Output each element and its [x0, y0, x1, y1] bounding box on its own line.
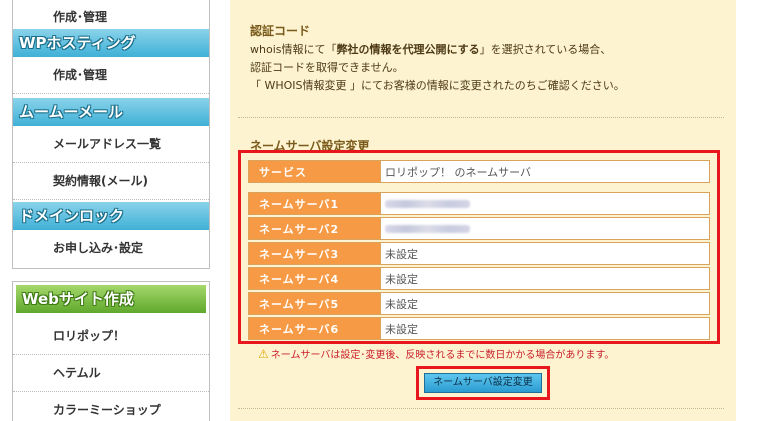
warning-text: ⚠ ネームサーバは設定･変更後、反映されるまでに数日かかる場合があります。: [258, 347, 615, 361]
sidebar-header-domain-lock: ドメインロック: [13, 202, 209, 230]
divider: [238, 117, 724, 118]
sidebar-header-mumu-mail: ムームーメール: [13, 98, 209, 126]
sidebar-item-domain-lock-apply[interactable]: お申し込み･設定: [13, 230, 209, 267]
sidebar-item-heteml[interactable]: ヘテムル: [13, 355, 209, 392]
auth-code-line1: whois情報にて「弊社の情報を代理公開にする」を選択されている場合、: [250, 43, 612, 56]
sidebar-item-mail-address-list[interactable]: メールアドレス一覧: [13, 126, 209, 163]
sidebar-menu-box: 作成･管理 WPホスティング 作成･管理 ムームーメール メールアドレス一覧 契…: [12, 0, 210, 269]
sidebar-item-colorme-shop[interactable]: カラーミーショップ: [13, 392, 209, 421]
warning-icon: ⚠: [258, 347, 269, 361]
sidebar-web-box: Webサイト作成 ロリポップ！ ヘテムル カラーミーショップ: [12, 281, 210, 421]
nameserver-submit-button[interactable]: ネームサーバ設定変更: [424, 373, 542, 393]
sidebar-item-wp-create-manage[interactable]: 作成･管理: [13, 57, 209, 94]
sidebar-header-wp-hosting: WPホスティング: [13, 29, 209, 57]
sidebar-item-contract-mail[interactable]: 契約情報(メール): [13, 163, 209, 200]
auth-code-line3: 「 WHOIS情報変更 」にてお客様の情報に変更されたのちご確認ください。: [250, 79, 625, 92]
auth-code-title: 認証コード: [250, 24, 311, 38]
sidebar: 作成･管理 WPホスティング 作成･管理 ムームーメール メールアドレス一覧 契…: [0, 0, 212, 421]
sidebar-item-lolipop[interactable]: ロリポップ！: [13, 318, 209, 355]
highlight-box-table: [238, 150, 720, 344]
divider: [238, 408, 724, 409]
sidebar-header-web-site: Webサイト作成: [16, 285, 206, 313]
auth-code-line2: 認証コードを取得できません。: [250, 61, 404, 74]
